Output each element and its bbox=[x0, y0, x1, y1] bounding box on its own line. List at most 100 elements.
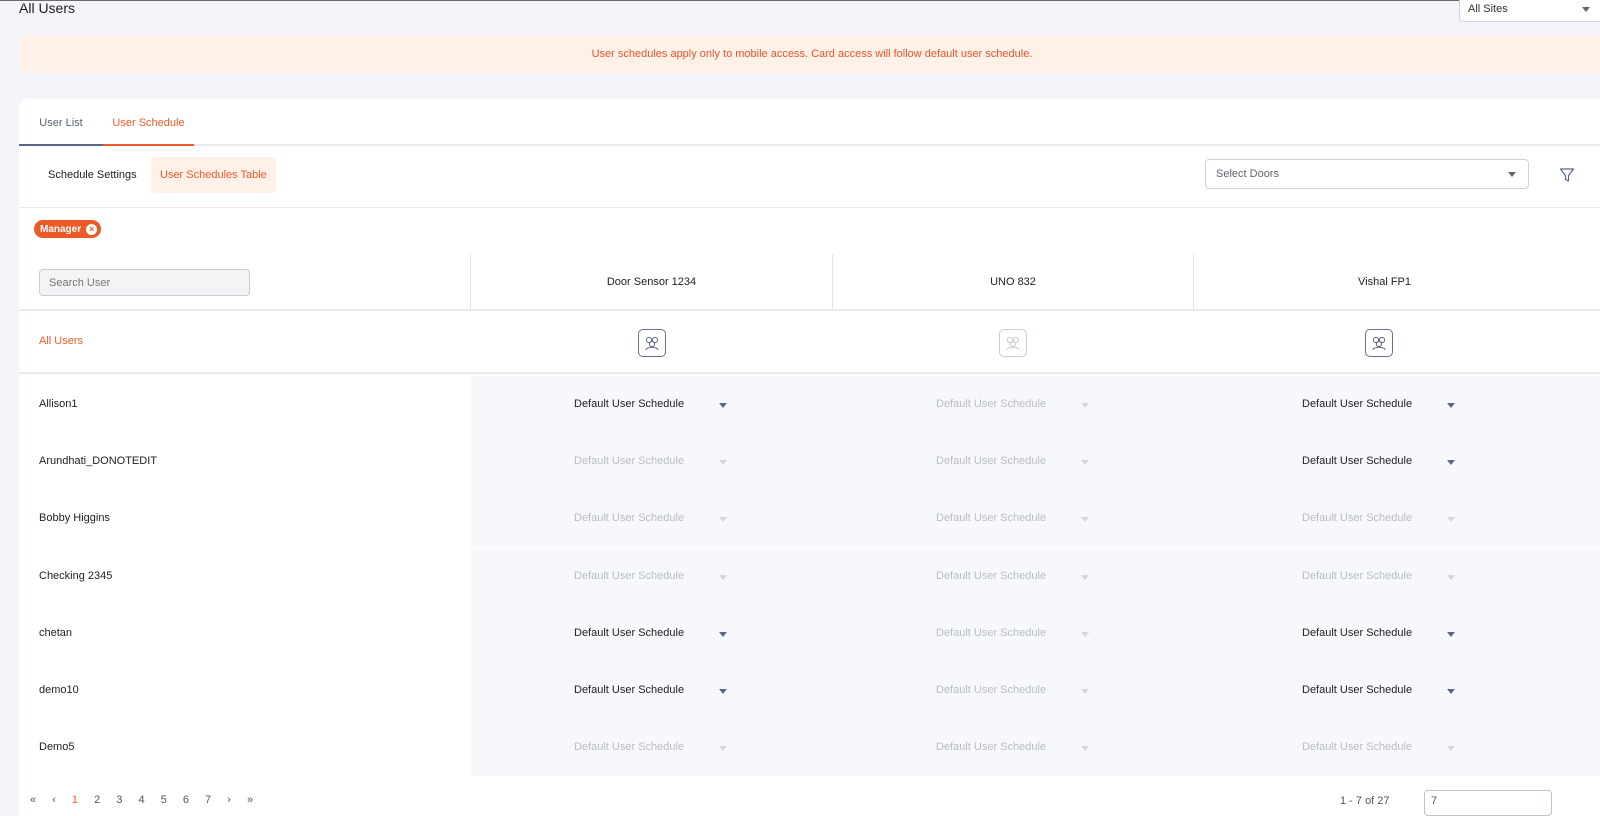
group-assign-icon[interactable] bbox=[638, 329, 666, 357]
chevron-down-icon bbox=[1081, 517, 1089, 523]
schedule-select[interactable]: Default User Schedule bbox=[574, 684, 727, 696]
schedule-select-value: Default User Schedule bbox=[574, 684, 685, 696]
chevron-down-icon bbox=[719, 460, 727, 466]
user-name: Demo5 bbox=[19, 719, 471, 777]
schedule-select-value: Default User Schedule bbox=[1302, 455, 1413, 468]
page-link[interactable]: 6 bbox=[183, 794, 189, 806]
table-row: Demo5 Default User Schedule Default User S… bbox=[19, 719, 1600, 777]
select-doors-dropdown[interactable]: Select Doors bbox=[1205, 159, 1529, 189]
first-page-icon[interactable]: « bbox=[30, 794, 36, 806]
active-filters: Manager × bbox=[19, 208, 1600, 258]
schedule-select[interactable]: Default User Schedule bbox=[574, 398, 727, 410]
chevron-down-icon bbox=[1447, 746, 1455, 752]
schedule-cells: Default User Schedule Default User Schedu… bbox=[471, 490, 1600, 548]
schedule-cells: Default User Schedule Default User Schedu… bbox=[471, 719, 1600, 777]
schedule-cells: Default User Schedule Default User Schedu… bbox=[471, 433, 1600, 491]
tab-user-schedule[interactable]: User Schedule bbox=[103, 114, 194, 146]
chevron-down-icon bbox=[1081, 403, 1089, 408]
chevron-down-icon bbox=[1447, 574, 1455, 580]
notice-text: User schedules apply only to mobile acce… bbox=[591, 48, 1033, 60]
schedule-select[interactable]: Default User Schedule bbox=[1302, 398, 1455, 410]
schedule-select-value: Default User Schedule bbox=[574, 569, 685, 582]
chevron-down-icon bbox=[719, 517, 727, 523]
schedule-panel: User List User Schedule Schedule Setting… bbox=[19, 99, 1600, 816]
schedule-select-value: Default User Schedule bbox=[936, 512, 1047, 525]
chevron-down-icon bbox=[1447, 517, 1455, 523]
next-page-icon[interactable]: › bbox=[227, 794, 231, 806]
site-select-value: All Sites bbox=[1468, 3, 1508, 15]
schedule-cells: Default User Schedule Default User Schedu… bbox=[471, 604, 1600, 662]
column-header-door: Door Sensor 1234 bbox=[471, 254, 833, 311]
chevron-down-icon bbox=[1447, 403, 1455, 408]
schedule-select-value: Default User Schedule bbox=[936, 455, 1047, 468]
chevron-down-icon bbox=[1447, 631, 1455, 637]
all-users-row: All Users bbox=[19, 311, 1600, 374]
schedule-select[interactable]: Default User Schedule bbox=[574, 627, 727, 639]
page-link[interactable]: 3 bbox=[116, 794, 122, 806]
page-link[interactable]: 2 bbox=[94, 794, 100, 806]
chevron-down-icon bbox=[1582, 7, 1590, 12]
search-header-cell bbox=[19, 254, 471, 311]
schedule-select-value: Default User Schedule bbox=[1302, 741, 1413, 754]
all-users-label: All Users bbox=[39, 335, 84, 347]
close-icon[interactable]: × bbox=[86, 223, 98, 235]
site-select[interactable]: All Sites bbox=[1459, 0, 1600, 22]
chevron-down-icon bbox=[1081, 746, 1089, 752]
per-page-select[interactable]: 7 bbox=[1424, 790, 1552, 816]
schedule-select-value: Default User Schedule bbox=[1302, 569, 1413, 582]
schedule-select-value: Default User Schedule bbox=[574, 398, 685, 410]
schedule-select-value: Default User Schedule bbox=[1302, 684, 1413, 696]
page-link[interactable]: 4 bbox=[138, 794, 144, 806]
user-name: demo10 bbox=[19, 662, 471, 719]
chevron-down-icon bbox=[719, 631, 727, 637]
filter-chip-label: Manager bbox=[40, 223, 82, 235]
chevron-down-icon bbox=[1508, 172, 1516, 177]
prev-page-icon[interactable]: ‹ bbox=[52, 794, 56, 806]
page-link[interactable]: 7 bbox=[205, 794, 211, 806]
table-row: Arundhati_DONOTEDIT Default User Schedule… bbox=[19, 433, 1600, 491]
schedule-settings-button[interactable]: Schedule Settings bbox=[39, 157, 146, 193]
group-assign-icon[interactable] bbox=[1365, 329, 1393, 357]
table-row: chetan Default User Schedule Default User … bbox=[19, 604, 1600, 662]
chevron-down-icon bbox=[1447, 689, 1455, 694]
user-schedules-table-button[interactable]: User Schedules Table bbox=[151, 157, 276, 193]
chevron-down-icon bbox=[719, 574, 727, 580]
schedule-select-value: Default User Schedule bbox=[936, 569, 1047, 582]
schedule-select: Default User Schedule bbox=[936, 741, 1089, 754]
user-name: Allison1 bbox=[19, 376, 471, 433]
schedule-select: Default User Schedule bbox=[1302, 569, 1455, 582]
schedule-select-value: Default User Schedule bbox=[1302, 398, 1413, 410]
schedule-select: Default User Schedule bbox=[936, 455, 1089, 468]
notice-banner: User schedules apply only to mobile acce… bbox=[19, 35, 1600, 73]
chevron-down-icon bbox=[1447, 460, 1455, 466]
schedule-select: Default User Schedule bbox=[936, 512, 1089, 525]
chevron-down-icon bbox=[719, 746, 727, 752]
page-link[interactable]: 5 bbox=[161, 794, 167, 806]
search-input[interactable] bbox=[39, 269, 250, 296]
schedule-select-value: Default User Schedule bbox=[936, 626, 1047, 639]
select-doors-placeholder: Select Doors bbox=[1216, 168, 1279, 180]
pagination-range: 1 - 7 of 27 bbox=[1340, 795, 1390, 807]
schedule-select-value: Default User Schedule bbox=[1302, 512, 1413, 525]
page-title: All Users bbox=[19, 0, 76, 16]
schedule-select: Default User Schedule bbox=[936, 398, 1089, 410]
chevron-down-icon bbox=[1081, 631, 1089, 637]
table-row: Checking 2345 Default User Schedule Defaul… bbox=[19, 547, 1600, 605]
user-name: Bobby Higgins bbox=[19, 490, 471, 548]
schedule-cells: Default User Schedule Default User Schedu… bbox=[471, 376, 1600, 433]
schedule-select-value: Default User Schedule bbox=[936, 741, 1047, 754]
schedule-select-value: Default User Schedule bbox=[574, 741, 685, 754]
tab-user-list[interactable]: User List bbox=[19, 114, 103, 146]
user-name: chetan bbox=[19, 604, 471, 662]
schedule-toolbar: Schedule Settings User Schedules Table S… bbox=[19, 146, 1600, 208]
filter-chip: Manager × bbox=[34, 220, 102, 238]
last-page-icon[interactable]: » bbox=[247, 794, 253, 806]
filter-icon[interactable] bbox=[1559, 167, 1575, 183]
schedule-select[interactable]: Default User Schedule bbox=[1302, 455, 1455, 468]
schedule-select[interactable]: Default User Schedule bbox=[1302, 684, 1455, 696]
group-assign-icon bbox=[999, 329, 1027, 357]
schedule-select[interactable]: Default User Schedule bbox=[1302, 627, 1455, 639]
schedule-select: Default User Schedule bbox=[574, 512, 727, 524]
page-link[interactable]: 1 bbox=[72, 794, 78, 806]
schedule-select: Default User Schedule bbox=[574, 455, 727, 467]
